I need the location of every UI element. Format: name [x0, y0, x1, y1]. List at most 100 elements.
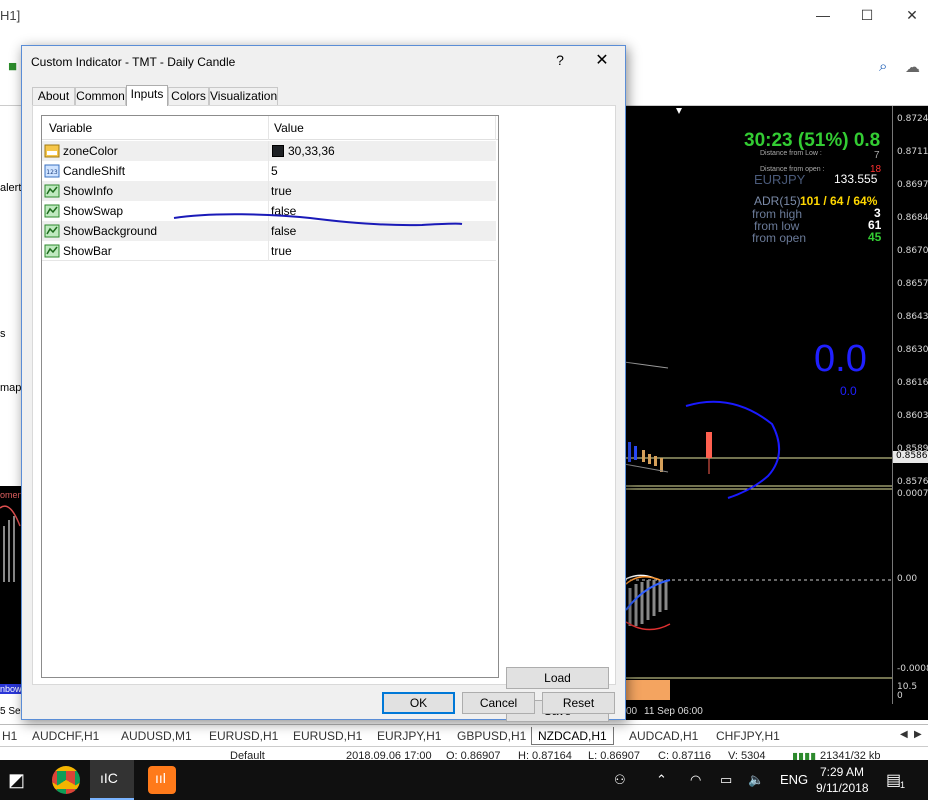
tab-scroll-right-icon[interactable]: ▶: [914, 727, 922, 745]
distance-low-label: Distance from Low :: [760, 150, 822, 157]
load-button[interactable]: Load: [506, 667, 609, 689]
timer-readout: 30:23 (51%) 0.8: [744, 130, 881, 151]
dialog-tabs: About Common Inputs Colors Visualization: [32, 85, 612, 106]
param-value[interactable]: false: [271, 204, 296, 218]
price-tick: 0.86435: [897, 312, 928, 322]
color-swatch[interactable]: [272, 145, 284, 157]
column-variable[interactable]: Variable: [49, 121, 92, 135]
tab-colors[interactable]: Colors: [168, 87, 209, 105]
param-name: CandleShift: [63, 164, 126, 178]
bool-param-icon: [44, 224, 60, 238]
maximize-icon[interactable]: ☐: [852, 4, 882, 26]
bool-param-icon: [44, 184, 60, 198]
language-indicator[interactable]: ENG: [780, 772, 808, 787]
adr-values: 101 / 64 / 64%: [800, 194, 878, 208]
volume-icon[interactable]: 🔈: [748, 772, 764, 788]
symbol-tab[interactable]: AUDUSD,M1: [121, 727, 192, 745]
tab-about[interactable]: About: [32, 87, 75, 105]
symbol-tab[interactable]: GBPUSD,H1: [457, 727, 526, 745]
param-name: ShowSwap: [63, 204, 124, 218]
time-axis: 00 11 Sep 06:00: [624, 704, 928, 720]
param-row-candleshift[interactable]: 123 CandleShift 5: [42, 161, 496, 181]
tray-overflow-icon[interactable]: ⌃: [656, 772, 667, 788]
symbol-tabs: H1 AUDCHF,H1 AUDUSD,M1 EURUSD,H1 EURUSD,…: [0, 724, 928, 746]
search-icon[interactable]: ⌕: [879, 58, 887, 75]
param-row-showbar[interactable]: ShowBar true: [42, 241, 496, 261]
left-label: 5 Se: [0, 706, 21, 717]
param-value[interactable]: 30,33,36: [288, 144, 335, 158]
price-tick: 0.86570: [897, 279, 928, 289]
volume-tick: 0: [897, 691, 903, 701]
price-tick: 0.86300: [897, 345, 928, 355]
battery-icon[interactable]: ▭: [720, 772, 732, 788]
clock-date[interactable]: 9/11/2018: [816, 781, 869, 795]
price-chart[interactable]: 30:23 (51%) 0.8 Distance from Low : 7 Di…: [624, 106, 892, 704]
param-name: ShowInfo: [63, 184, 114, 198]
dialog-title: Custom Indicator - TMT - Daily Candle: [31, 55, 236, 69]
clock-time[interactable]: 7:29 AM: [820, 765, 864, 779]
param-name: zoneColor: [63, 144, 118, 158]
wifi-icon[interactable]: ◠: [690, 772, 701, 788]
param-row-showbackground[interactable]: ShowBackground false: [42, 221, 496, 241]
price-tick: 0.86840: [897, 213, 928, 223]
symbol-tab[interactable]: EURUSD,H1: [293, 727, 362, 745]
small-indicator-value: 0.0: [840, 384, 857, 398]
toolbar-app-icon[interactable]: ■: [8, 58, 17, 75]
people-icon[interactable]: ⚇: [614, 772, 626, 788]
integer-param-icon: 123: [44, 164, 60, 178]
taskbar: ◩ ıIC ııl ⚇ ⌃ ◠ ▭ 🔈 ENG 7:29 AM 9/11/201…: [0, 760, 928, 800]
symbol-price: 133.555: [834, 172, 878, 186]
help-icon[interactable]: ?: [550, 52, 570, 68]
param-value[interactable]: false: [271, 224, 296, 238]
minimize-icon[interactable]: —: [808, 4, 838, 26]
chrome-icon[interactable]: [52, 766, 80, 794]
app-titlebar: H1] — ☐ ✕: [0, 0, 928, 32]
indicator-tick: 0.00: [897, 574, 918, 584]
price-tick: 0.86030: [897, 411, 928, 421]
param-value[interactable]: true: [271, 184, 292, 198]
symbol-tab[interactable]: EURUSD,H1: [209, 727, 278, 745]
tab-scroll-left-icon[interactable]: ◀: [900, 727, 908, 745]
start-icon[interactable]: ◩: [8, 770, 25, 791]
tab-common[interactable]: Common: [75, 87, 126, 105]
from-open-value: 45: [868, 230, 882, 244]
price-tick: 0.87245: [897, 114, 928, 124]
symbol-tab[interactable]: AUDCHF,H1: [32, 727, 99, 745]
param-value[interactable]: 5: [271, 164, 278, 178]
param-value[interactable]: true: [271, 244, 292, 258]
price-tick: 0.85760: [897, 477, 928, 487]
price-tick: 0.86705: [897, 246, 928, 256]
symbol-label: EURJPY: [754, 172, 806, 187]
notifications-icon[interactable]: ▤: [886, 770, 901, 790]
tab-inputs[interactable]: Inputs: [126, 85, 168, 106]
param-row-zonecolor[interactable]: zoneColor 30,33,36: [42, 141, 496, 161]
time-tick: 00: [626, 706, 638, 717]
close-icon[interactable]: ✕: [589, 50, 615, 72]
price-tick: 0.86975: [897, 180, 928, 190]
price-tick: 0.86165: [897, 378, 928, 388]
cancel-button[interactable]: Cancel: [462, 692, 535, 714]
distance-low-value: 7: [874, 150, 880, 161]
left-label: nbow: [0, 684, 22, 694]
symbol-tab-active[interactable]: NZDCAD,H1: [531, 727, 614, 745]
color-param-icon: [44, 144, 60, 158]
symbol-tab[interactable]: EURJPY,H1: [377, 727, 441, 745]
adr-label: ADR(15): [754, 194, 801, 208]
app-orange-icon[interactable]: ııl: [148, 766, 176, 794]
window-close-icon[interactable]: ✕: [897, 4, 927, 26]
chat-icon[interactable]: ☁: [905, 58, 920, 76]
column-value[interactable]: Value: [274, 121, 304, 135]
symbol-tab[interactable]: H1: [2, 727, 17, 745]
param-name: ShowBackground: [63, 224, 158, 238]
from-open-label: from open: [752, 231, 807, 245]
metatrader-taskbar-icon[interactable]: ıIC: [90, 760, 134, 800]
inputs-panel: Variable Value zoneColor 30,33,36 123 Ca…: [32, 105, 616, 722]
bool-param-icon: [44, 244, 60, 258]
reset-button[interactable]: Reset: [542, 692, 615, 714]
symbol-tab[interactable]: AUDCAD,H1: [629, 727, 698, 745]
symbol-tab[interactable]: CHFJPY,H1: [716, 727, 780, 745]
param-row-showswap[interactable]: ShowSwap false: [42, 201, 496, 221]
ok-button[interactable]: OK: [382, 692, 455, 714]
param-row-showinfo[interactable]: ShowInfo true: [42, 181, 496, 201]
tab-visualization[interactable]: Visualization: [209, 87, 278, 105]
